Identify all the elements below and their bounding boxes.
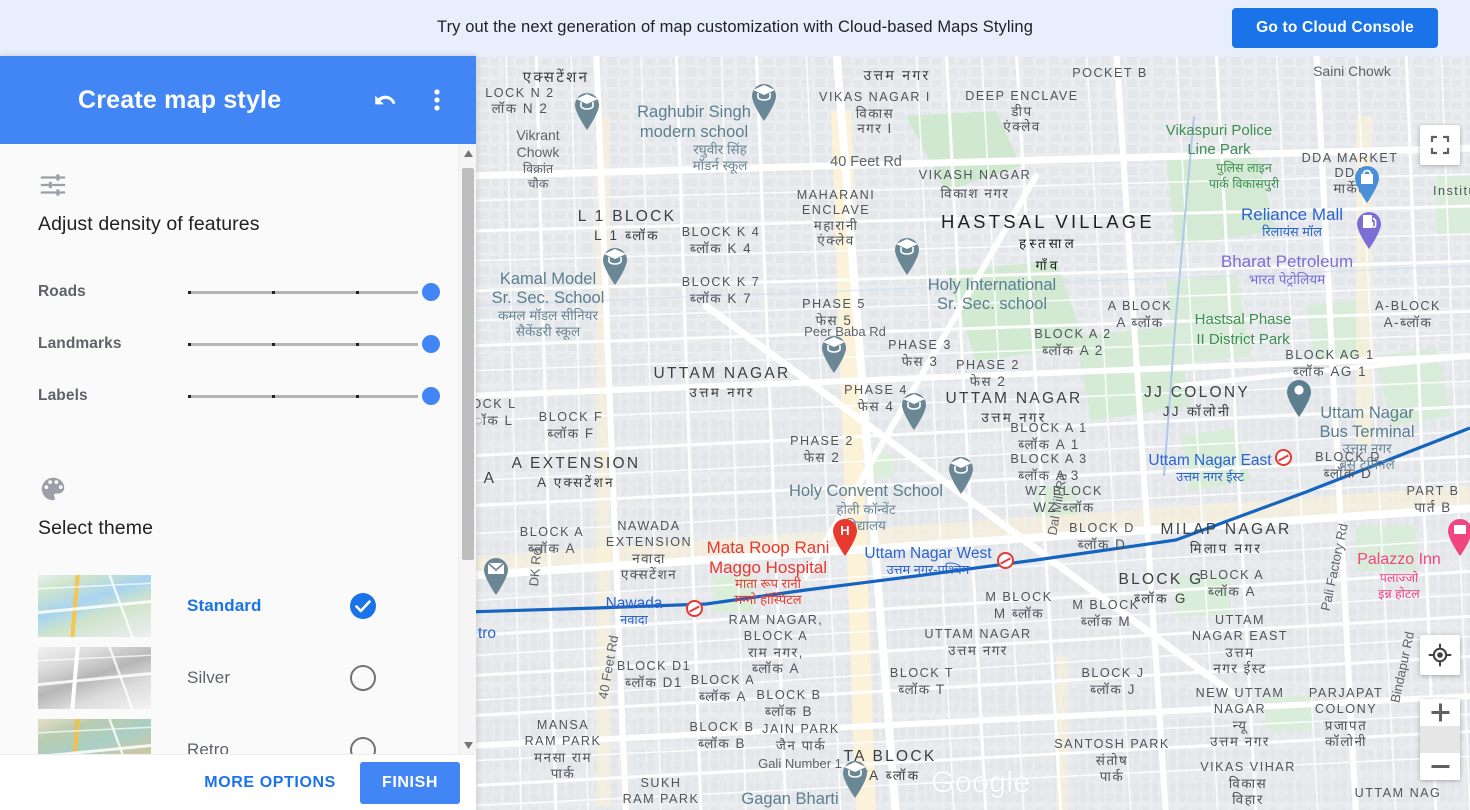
tune-icon-wrap <box>38 170 440 205</box>
theme-option-retro[interactable]: Retro <box>38 714 440 754</box>
slider-tick <box>356 343 359 346</box>
theme-label: Retro <box>187 740 230 754</box>
more-options-menu-button[interactable] <box>422 85 452 115</box>
theme-option-standard[interactable]: Standard <box>38 570 440 642</box>
slider-tick <box>272 395 275 398</box>
slider-tick <box>356 291 359 294</box>
map-style-editor-app: Try out the next generation of map custo… <box>0 0 1470 810</box>
check-icon <box>355 599 371 612</box>
scroll-down-button[interactable] <box>459 736 476 754</box>
palette-icon <box>41 477 65 501</box>
density-section-heading: Adjust density of features <box>38 213 260 235</box>
slider-tick <box>188 291 191 294</box>
panel-header: Create map style <box>0 56 476 144</box>
scroll-up-button[interactable] <box>459 144 476 162</box>
panel-scroll-content: Adjust density of features Roads Landmark… <box>0 144 476 754</box>
metro-station-icon[interactable] <box>997 552 1014 569</box>
slider-label: Roads <box>38 283 86 300</box>
more-vert-icon <box>434 89 440 111</box>
panel-scrollbar-thumb[interactable] <box>462 168 474 560</box>
minus-icon <box>1431 765 1449 768</box>
slider-row-landmarks: Landmarks <box>38 318 440 370</box>
slider-track <box>188 395 418 398</box>
slider-tick <box>188 343 191 346</box>
plus-icon <box>1431 703 1449 722</box>
slider-landmarks[interactable] <box>188 330 440 358</box>
finish-button[interactable]: FINISH <box>359 761 460 804</box>
zoom-out-button[interactable] <box>1420 753 1460 780</box>
slider-label: Landmarks <box>38 335 122 352</box>
slider-tick <box>188 395 191 398</box>
theme-option-silver[interactable]: Silver <box>38 642 440 714</box>
slider-track <box>188 291 418 294</box>
theme-thumbnail[interactable] <box>38 647 151 709</box>
slider-thumb[interactable] <box>422 283 440 301</box>
more-options-button[interactable]: MORE OPTIONS <box>194 766 346 800</box>
theme-thumbnail[interactable] <box>38 719 151 754</box>
panel-footer: MORE OPTIONS FINISH <box>0 754 476 810</box>
zoom-in-button[interactable] <box>1420 699 1460 726</box>
theme-option-list: Standard Silver Retro <box>38 570 440 754</box>
map-style-panel: Create map style Adjust density of featu… <box>0 56 476 810</box>
slider-track <box>188 343 418 346</box>
slider-roads[interactable] <box>188 278 440 306</box>
panel-title: Create map style <box>78 85 282 114</box>
panel-body: Adjust density of features Roads Landmark… <box>0 144 476 754</box>
map-viewport[interactable]: एक्सटेंशन उत्तम नगर POCKET B Saini Chowk LOC… <box>476 56 1470 810</box>
slider-tick <box>356 395 359 398</box>
undo-icon <box>375 95 396 105</box>
metro-station-icon[interactable] <box>1275 449 1292 466</box>
map-canvas <box>476 56 1470 810</box>
slider-row-roads: Roads <box>38 266 440 318</box>
my-location-icon <box>1428 643 1452 667</box>
slider-labels[interactable] <box>188 382 440 410</box>
go-to-cloud-console-button[interactable]: Go to Cloud Console <box>1232 8 1438 48</box>
zoom-divider <box>1420 726 1460 753</box>
theme-section-heading: Select theme <box>38 517 154 539</box>
zoom-controls <box>1420 699 1460 780</box>
scroll-down-arrow-icon <box>463 741 473 749</box>
panel-scrollbar[interactable] <box>458 144 476 754</box>
promo-banner: Try out the next generation of map custo… <box>0 0 1470 56</box>
fullscreen-icon <box>1430 135 1450 155</box>
undo-button[interactable] <box>370 85 400 115</box>
fullscreen-control[interactable] <box>1420 125 1460 165</box>
metro-station-icon[interactable] <box>686 600 703 617</box>
slider-thumb[interactable] <box>422 387 440 405</box>
scroll-up-arrow-icon <box>463 149 473 157</box>
panel-header-actions <box>370 85 452 115</box>
theme-label: Standard <box>187 596 262 615</box>
my-location-control[interactable] <box>1420 635 1460 675</box>
theme-radio[interactable] <box>350 737 376 754</box>
theme-thumbnail[interactable] <box>38 575 151 637</box>
theme-label: Silver <box>187 668 231 687</box>
slider-tick <box>272 343 275 346</box>
density-sliders: Roads Landmarks Labels <box>38 266 440 422</box>
theme-radio-selected[interactable] <box>350 593 376 619</box>
theme-radio[interactable] <box>350 665 376 691</box>
tune-icon <box>40 174 66 196</box>
slider-label: Labels <box>38 387 88 404</box>
slider-row-labels: Labels <box>38 370 440 422</box>
slider-tick <box>272 291 275 294</box>
palette-icon-wrap <box>38 474 440 509</box>
slider-thumb[interactable] <box>422 335 440 353</box>
